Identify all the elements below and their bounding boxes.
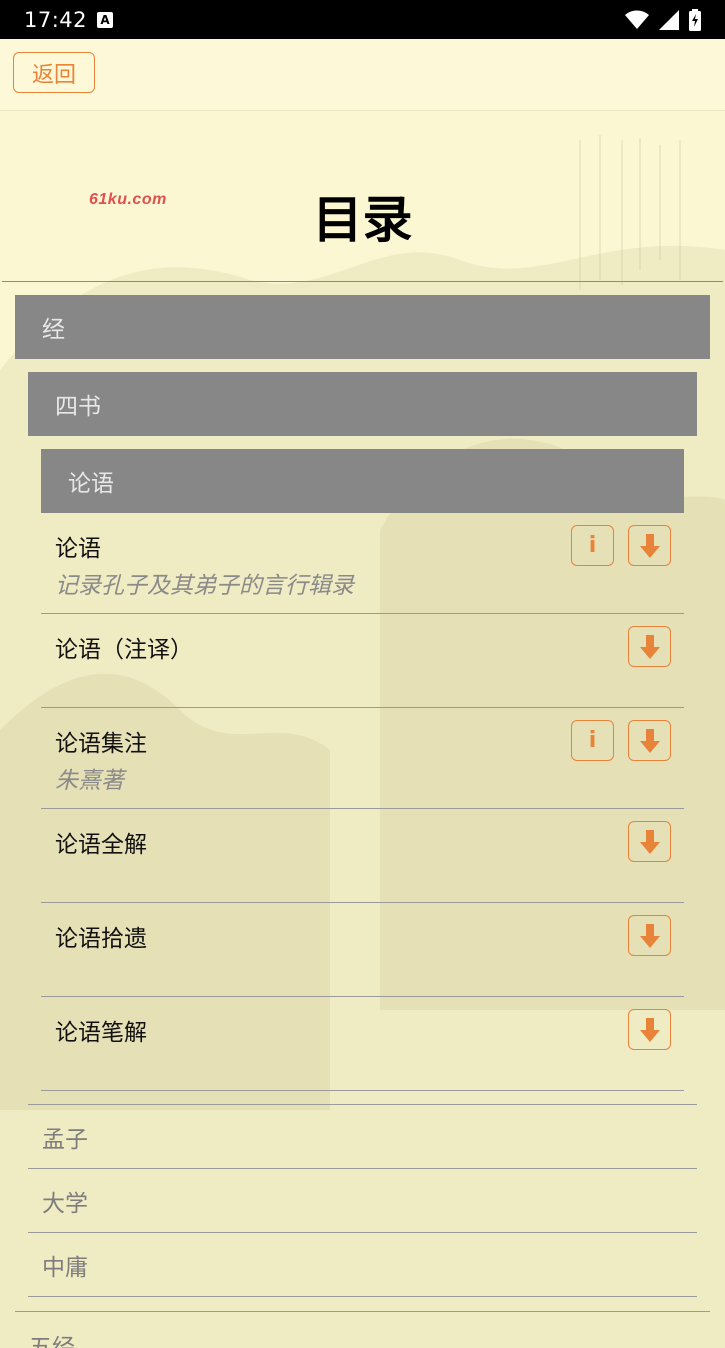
book-title: 论语笔解 [55,1020,147,1046]
info-button[interactable]: i [571,720,614,761]
category-sishu[interactable]: 四书 [28,372,697,436]
book-title: 论语集注 [55,731,147,757]
category-lunyu[interactable]: 论语 [41,449,684,513]
notification-icon: A [97,11,114,28]
title-divider [2,281,723,282]
category-mengzi[interactable]: 孟子 [28,1105,697,1169]
download-icon [639,923,660,948]
download-button[interactable] [628,821,671,862]
download-button[interactable] [628,720,671,761]
info-icon: i [588,728,597,753]
battery-icon [689,8,701,31]
book-title: 论语全解 [55,832,147,858]
download-button[interactable] [628,915,671,956]
download-icon [639,829,660,854]
book-subtitle: 记录孔子及其弟子的言行辑录 [55,573,354,599]
status-time: 17:42 [24,7,88,32]
download-icon [639,728,660,753]
category-jing[interactable]: 经 [15,295,710,359]
book-item[interactable]: 论语拾遗 [41,903,684,997]
book-item[interactable]: 论语笔解 [41,997,684,1091]
status-icons [625,8,701,31]
category-wujing[interactable]: 五经 [15,1311,710,1348]
download-button[interactable] [628,626,671,667]
book-item[interactable]: 论语 记录孔子及其弟子的言行辑录 i [41,513,684,614]
status-bar: 17:42 A [0,0,725,39]
category-daxue[interactable]: 大学 [28,1169,697,1233]
download-icon [639,634,660,659]
back-button[interactable]: 返回 [13,52,95,93]
download-icon [639,1017,660,1042]
book-subtitle: 朱熹著 [55,768,124,794]
book-item[interactable]: 论语全解 [41,809,684,903]
top-bar: 返回 [0,39,725,111]
book-title: 论语 [55,536,101,562]
download-icon [639,533,660,558]
category-zhongyong[interactable]: 中庸 [28,1233,697,1297]
info-icon: i [588,533,597,558]
book-item[interactable]: 论语（注译） [41,614,684,708]
download-button[interactable] [628,525,671,566]
book-item[interactable]: 论语集注 朱熹著 i [41,708,684,809]
download-button[interactable] [628,1009,671,1050]
book-title: 论语拾遗 [55,926,147,952]
book-title: 论语（注译） [55,637,193,663]
signal-icon [659,9,679,30]
info-button[interactable]: i [571,525,614,566]
page-title: 目录 [312,191,413,249]
wifi-icon [625,10,649,29]
